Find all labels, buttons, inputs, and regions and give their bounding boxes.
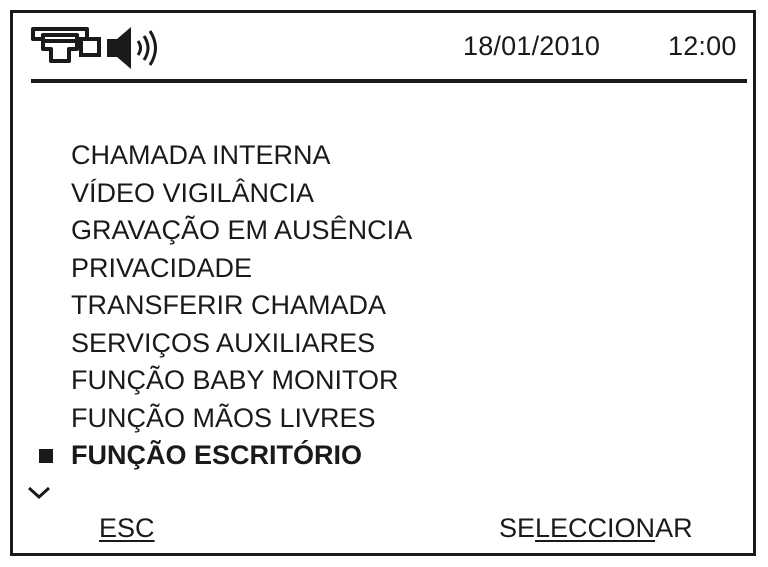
menu-item-label: FUNÇÃO MÃOS LIVRES [71,402,376,433]
menu-item-funcao-baby-monitor[interactable]: FUNÇÃO BABY MONITOR [13,362,753,400]
menu-item-label: FUNÇÃO ESCRITÓRIO [71,440,363,470]
softkey-text-underlined: LECCION [535,513,656,543]
menu-item-label: FUNÇÃO BABY MONITOR [71,365,399,395]
menu-item-funcao-escritorio[interactable]: FUNÇÃO ESCRITÓRIO [13,437,753,475]
esc-softkey[interactable]: ESC [99,513,155,544]
menu-item-label: GRAVAÇÃO EM AUSÊNCIA [71,215,413,245]
softkey-text-start: SE [499,513,536,543]
chevron-down-icon [27,486,51,500]
status-bar: 18/01/2010 12:00 [13,13,753,79]
menu-item-label: CHAMADA INTERNA [71,140,331,170]
menu-item-gravacao-em-ausencia[interactable]: GRAVAÇÃO EM AUSÊNCIA [13,212,753,250]
main-menu: CHAMADA INTERNA VÍDEO VIGILÂNCIA GRAVAÇÃ… [13,137,753,475]
status-time: 12:00 [668,31,737,61]
status-date: 18/01/2010 [463,31,601,61]
menu-item-video-vigilancia[interactable]: VÍDEO VIGILÂNCIA [13,175,753,213]
menu-item-servicos-auxiliares[interactable]: SERVIÇOS AUXILIARES [13,325,753,363]
intercom-phone-icon [31,27,101,63]
menu-item-label: SERVIÇOS AUXILIARES [71,327,376,358]
softkey-text-end: AR [655,513,693,543]
menu-item-label: VÍDEO VIGILÂNCIA [71,177,315,208]
status-divider [31,79,747,83]
menu-item-funcao-maos-livres[interactable]: FUNÇÃO MÃOS LIVRES [13,400,753,438]
selection-marker-icon [39,449,53,463]
menu-item-transferir-chamada[interactable]: TRANSFERIR CHAMADA [13,287,753,325]
menu-item-privacidade[interactable]: PRIVACIDADE [13,250,753,288]
menu-item-label: TRANSFERIR CHAMADA [71,290,387,320]
speaker-volume-icon [107,27,157,69]
menu-item-label: PRIVACIDADE [71,252,253,283]
seleccionar-softkey[interactable]: SELECCIONAR [499,513,693,544]
menu-item-chamada-interna[interactable]: CHAMADA INTERNA [13,137,753,175]
intercom-monitor-screen: 18/01/2010 12:00 CHAMADA INTERNA VÍDEO V… [10,10,756,556]
